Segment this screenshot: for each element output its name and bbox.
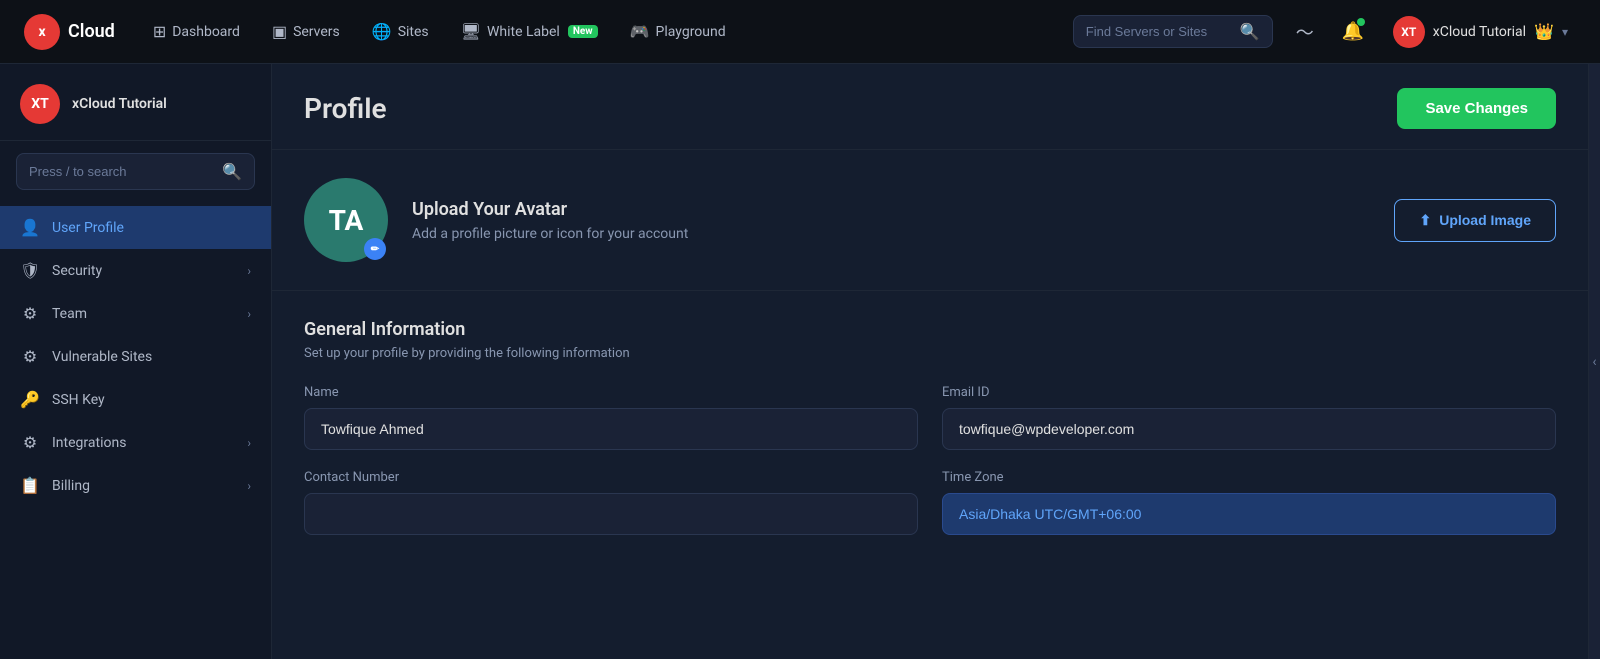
- global-search-input[interactable]: [1086, 24, 1232, 39]
- avatar-title: Upload Your Avatar: [412, 199, 1370, 220]
- nav-label-playground: Playground: [656, 24, 726, 40]
- nav-item-whitelabel[interactable]: 🖥 White Label New: [447, 14, 612, 49]
- sidebar-label-ssh-key: SSH Key: [52, 392, 105, 408]
- section-subtitle-general: Set up your profile by providing the fol…: [304, 346, 1556, 361]
- servers-icon: ▣: [272, 22, 287, 41]
- sidebar-search[interactable]: 🔍: [16, 153, 255, 190]
- new-badge: New: [568, 25, 598, 38]
- profile-avatar: TA ✏: [304, 178, 388, 262]
- nav-label-whitelabel: White Label: [487, 24, 560, 40]
- form-group-timezone: Time Zone Asia/Dhaka UTC/GMT+06:00: [942, 470, 1556, 535]
- avatar-info: Upload Your Avatar Add a profile picture…: [412, 199, 1370, 242]
- sidebar-label-security: Security: [52, 263, 102, 279]
- avatar-section: TA ✏ Upload Your Avatar Add a profile pi…: [272, 150, 1588, 291]
- sidebar-search-icon: 🔍: [222, 162, 242, 181]
- sidebar-username: xCloud Tutorial: [72, 96, 167, 112]
- edit-avatar-badge[interactable]: ✏: [364, 238, 386, 260]
- sidebar-item-integrations[interactable]: ⚙ Integrations ›: [0, 421, 271, 464]
- sidebar-label-user-profile: User Profile: [52, 220, 124, 236]
- sidebar-item-security[interactable]: 🛡 Security ›: [0, 249, 271, 292]
- integrations-icon: ⚙: [20, 433, 40, 452]
- sidebar-item-billing[interactable]: 📋 Billing ›: [0, 464, 271, 507]
- upload-icon: ⬆: [1419, 212, 1431, 229]
- chevron-down-icon: ▾: [1562, 25, 1568, 39]
- sidebar-item-ssh-key[interactable]: 🔑 SSH Key: [0, 378, 271, 421]
- timezone-select[interactable]: Asia/Dhaka UTC/GMT+06:00: [942, 493, 1556, 535]
- nav-item-servers[interactable]: ▣ Servers: [258, 14, 354, 49]
- right-panel-toggle[interactable]: ‹: [1588, 64, 1600, 659]
- security-chevron-icon: ›: [247, 264, 251, 278]
- form-group-contact: Contact Number: [304, 470, 918, 535]
- nav-items: ⊞ Dashboard ▣ Servers 🌐 Sites 🖥 White La…: [139, 14, 1065, 49]
- form-group-name: Name: [304, 385, 918, 450]
- timezone-label: Time Zone: [942, 470, 1556, 485]
- sidebar-item-vulnerable-sites[interactable]: ⚙ Vulnerable Sites: [0, 335, 271, 378]
- logo[interactable]: x Cloud: [24, 14, 115, 50]
- form-group-email: Email ID: [942, 385, 1556, 450]
- whitelabel-icon: 🖥: [461, 22, 481, 41]
- content-header: Profile Save Changes: [272, 64, 1588, 150]
- dashboard-icon: ⊞: [153, 22, 166, 41]
- search-icon: 🔍: [1240, 22, 1260, 41]
- main-content: Profile Save Changes TA ✏ Upload Your Av…: [272, 64, 1588, 659]
- nav-label-dashboard: Dashboard: [172, 24, 240, 40]
- logo-icon: x: [24, 14, 60, 50]
- page-title: Profile: [304, 92, 387, 125]
- avatar-initials: TA: [329, 204, 364, 237]
- team-icon: ⚙: [20, 304, 40, 323]
- user-profile-icon: 👤: [20, 218, 40, 237]
- crown-icon: 👑: [1534, 22, 1554, 41]
- logo-text: Cloud: [68, 21, 115, 42]
- security-icon: 🛡: [20, 261, 40, 280]
- sidebar-label-billing: Billing: [52, 478, 90, 494]
- general-information-section: General Information Set up your profile …: [272, 291, 1588, 583]
- nav-right: 🔍 〜 🔔 XT xCloud Tutorial 👑 ▾: [1073, 12, 1576, 52]
- email-input[interactable]: [942, 408, 1556, 450]
- avatar-subtitle: Add a profile picture or icon for your a…: [412, 226, 1370, 242]
- vulnerable-sites-icon: ⚙: [20, 347, 40, 366]
- sidebar-user: XT xCloud Tutorial: [0, 84, 271, 141]
- panel-collapse-icon: ‹: [1592, 354, 1596, 370]
- form-row-name-email: Name Email ID: [304, 385, 1556, 450]
- billing-chevron-icon: ›: [247, 479, 251, 493]
- nav-item-playground[interactable]: 🎮 Playground: [616, 14, 740, 49]
- nav-label-servers: Servers: [293, 24, 340, 40]
- notifications-icon[interactable]: 🔔: [1337, 16, 1369, 48]
- team-chevron-icon: ›: [247, 307, 251, 321]
- contact-label: Contact Number: [304, 470, 918, 485]
- nav-item-dashboard[interactable]: ⊞ Dashboard: [139, 14, 254, 49]
- upload-button-label: Upload Image: [1439, 212, 1531, 228]
- sidebar-label-vulnerable-sites: Vulnerable Sites: [52, 349, 152, 365]
- notification-dot: [1357, 18, 1365, 26]
- sidebar: XT xCloud Tutorial 🔍 👤 User Profile 🛡 Se…: [0, 64, 272, 659]
- user-name-nav: xCloud Tutorial: [1433, 24, 1526, 40]
- sidebar-label-integrations: Integrations: [52, 435, 126, 451]
- form-row-contact-timezone: Contact Number Time Zone Asia/Dhaka UTC/…: [304, 470, 1556, 535]
- name-label: Name: [304, 385, 918, 400]
- activity-icon[interactable]: 〜: [1289, 16, 1321, 48]
- top-navigation: x Cloud ⊞ Dashboard ▣ Servers 🌐 Sites 🖥 …: [0, 0, 1600, 64]
- sites-icon: 🌐: [372, 22, 392, 41]
- nav-item-sites[interactable]: 🌐 Sites: [358, 14, 443, 49]
- email-label: Email ID: [942, 385, 1556, 400]
- ssh-key-icon: 🔑: [20, 390, 40, 409]
- billing-icon: 📋: [20, 476, 40, 495]
- name-input[interactable]: [304, 408, 918, 450]
- sidebar-search-input[interactable]: [29, 164, 214, 179]
- section-title-general: General Information: [304, 319, 1556, 340]
- main-layout: XT xCloud Tutorial 🔍 👤 User Profile 🛡 Se…: [0, 64, 1600, 659]
- sidebar-label-team: Team: [52, 306, 87, 322]
- nav-label-sites: Sites: [398, 24, 429, 40]
- global-search[interactable]: 🔍: [1073, 15, 1273, 48]
- sidebar-item-user-profile[interactable]: 👤 User Profile: [0, 206, 271, 249]
- sidebar-avatar: XT: [20, 84, 60, 124]
- sidebar-item-team[interactable]: ⚙ Team ›: [0, 292, 271, 335]
- upload-image-button[interactable]: ⬆ Upload Image: [1394, 199, 1556, 242]
- user-avatar-nav: XT: [1393, 16, 1425, 48]
- integrations-chevron-icon: ›: [247, 436, 251, 450]
- user-menu[interactable]: XT xCloud Tutorial 👑 ▾: [1385, 12, 1576, 52]
- playground-icon: 🎮: [630, 22, 650, 41]
- contact-input[interactable]: [304, 493, 918, 535]
- save-changes-button[interactable]: Save Changes: [1397, 88, 1556, 129]
